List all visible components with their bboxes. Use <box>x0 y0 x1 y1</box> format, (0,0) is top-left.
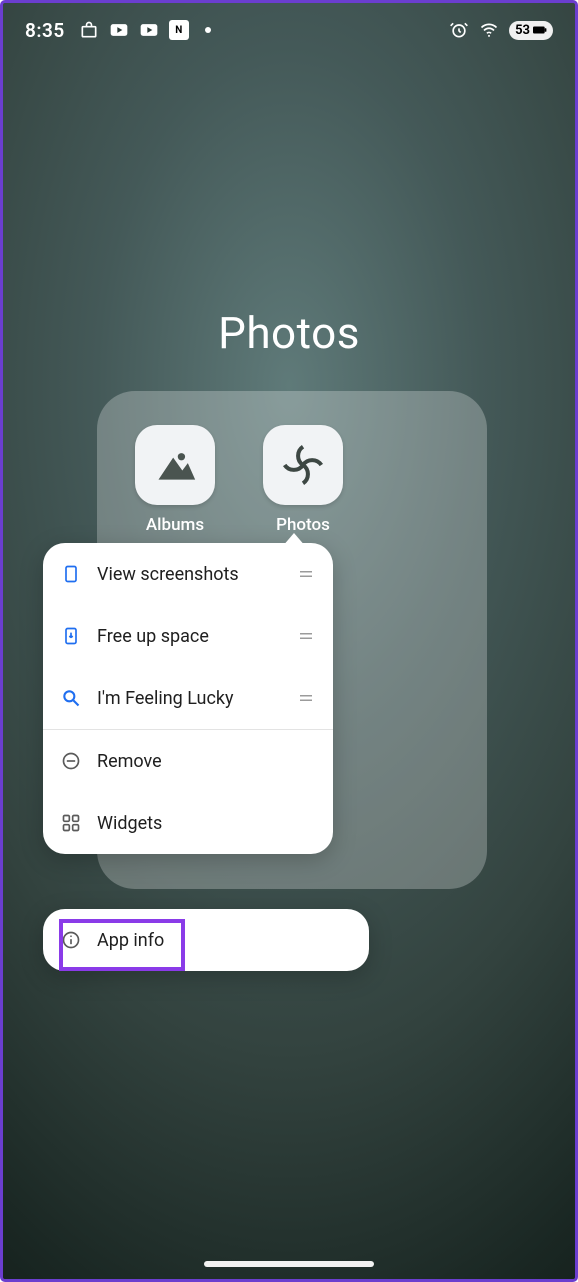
app-photos[interactable]: Photos <box>263 425 343 535</box>
menu-app-info[interactable]: App info <box>43 909 369 971</box>
drag-handle-icon[interactable] <box>297 689 315 707</box>
menu-label: View screenshots <box>97 564 281 585</box>
screenshot-icon <box>61 564 81 584</box>
menu-label: Remove <box>97 751 315 772</box>
menu-feeling-lucky[interactable]: I'm Feeling Lucky <box>43 667 333 729</box>
wifi-icon <box>479 20 499 40</box>
app-label-photos: Photos <box>276 515 330 535</box>
status-bar: 8:35 N 53 <box>3 3 575 57</box>
info-icon <box>61 930 81 950</box>
menu-label: Widgets <box>97 813 315 834</box>
menu-label: Free up space <box>97 626 281 647</box>
menu-pointer <box>282 533 306 547</box>
menu-free-up-space[interactable]: Free up space <box>43 605 333 667</box>
battery-percent: 53 <box>515 23 530 38</box>
battery-indicator: 53 <box>509 21 553 40</box>
signal-app-icon: N <box>169 20 189 40</box>
drag-handle-icon[interactable] <box>297 627 315 645</box>
app-albums[interactable]: Albums <box>135 425 215 535</box>
drag-handle-icon[interactable] <box>297 565 315 583</box>
menu-label: I'm Feeling Lucky <box>97 688 281 709</box>
more-icon <box>205 27 211 33</box>
menu-remove[interactable]: Remove <box>43 730 333 792</box>
free-space-icon <box>61 626 81 646</box>
alarm-icon <box>449 20 469 40</box>
youtube-icon-2 <box>139 20 159 40</box>
store-icon <box>79 20 99 40</box>
clock: 8:35 <box>25 19 65 42</box>
folder-title: Photos <box>3 307 575 359</box>
albums-icon <box>135 425 215 505</box>
app-context-menu: View screenshots Free up space I'm Feeli… <box>43 543 333 854</box>
photos-icon <box>263 425 343 505</box>
home-gesture-bar[interactable] <box>204 1261 374 1267</box>
youtube-icon <box>109 20 129 40</box>
menu-view-screenshots[interactable]: View screenshots <box>43 543 333 605</box>
remove-icon <box>61 751 81 771</box>
widgets-icon <box>61 813 81 833</box>
menu-label: App info <box>97 930 164 951</box>
menu-widgets[interactable]: Widgets <box>43 792 333 854</box>
search-icon <box>61 688 81 708</box>
app-label-albums: Albums <box>146 515 204 535</box>
